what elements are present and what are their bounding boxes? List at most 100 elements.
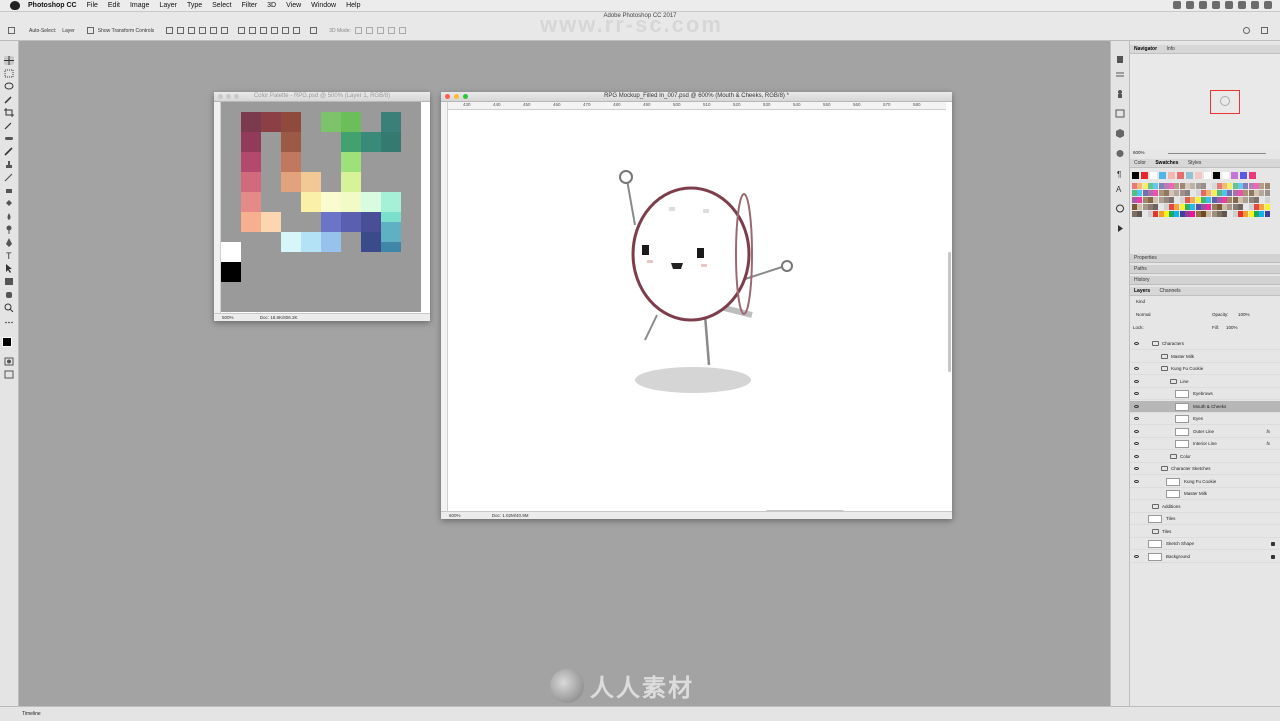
menu-view[interactable]: View bbox=[286, 2, 301, 9]
swatch[interactable] bbox=[1222, 190, 1228, 196]
swatch[interactable] bbox=[1211, 190, 1217, 196]
palette-swatch[interactable] bbox=[221, 242, 241, 262]
close-button[interactable] bbox=[445, 94, 450, 99]
swatch[interactable] bbox=[1185, 211, 1190, 217]
zoom-tool[interactable] bbox=[4, 303, 14, 312]
history-panel[interactable]: History bbox=[1130, 276, 1280, 285]
palette-swatch[interactable] bbox=[241, 192, 261, 212]
healing-tool[interactable] bbox=[4, 134, 14, 143]
swatch[interactable] bbox=[1200, 204, 1206, 210]
paths-panel[interactable]: Paths bbox=[1130, 265, 1280, 274]
marquee-tool[interactable] bbox=[4, 69, 14, 78]
swatch[interactable] bbox=[1158, 204, 1164, 210]
palette-swatch[interactable] bbox=[241, 132, 261, 152]
layer-row[interactable]: Eyes bbox=[1130, 413, 1280, 425]
swatch[interactable] bbox=[1216, 204, 1222, 210]
swatch[interactable] bbox=[1222, 197, 1228, 203]
blur-tool[interactable] bbox=[4, 212, 14, 221]
swatch[interactable] bbox=[1186, 172, 1193, 179]
libraries-icon[interactable] bbox=[1115, 204, 1125, 213]
swatch[interactable] bbox=[1132, 211, 1137, 217]
layer-row[interactable]: Master Milk bbox=[1130, 488, 1280, 500]
palette-swatch[interactable] bbox=[321, 212, 341, 232]
swatch[interactable] bbox=[1185, 190, 1190, 196]
swatch[interactable] bbox=[1253, 190, 1259, 196]
hand-tool[interactable] bbox=[4, 290, 14, 299]
swatch[interactable] bbox=[1132, 204, 1137, 210]
menu-image[interactable]: Image bbox=[130, 2, 149, 9]
timeline-label[interactable]: Timeline bbox=[22, 711, 41, 717]
layer-row[interactable]: Mouth & Cheeks bbox=[1130, 400, 1280, 413]
layer-row[interactable]: Background bbox=[1130, 551, 1280, 563]
3d-slide-icon[interactable] bbox=[387, 27, 395, 34]
swatch[interactable] bbox=[1264, 190, 1270, 196]
swatch[interactable] bbox=[1190, 204, 1196, 210]
swatch[interactable] bbox=[1206, 197, 1212, 203]
swatch[interactable] bbox=[1174, 204, 1180, 210]
auto-align-icon[interactable] bbox=[310, 27, 318, 34]
swatch[interactable] bbox=[1153, 190, 1159, 196]
swatch[interactable] bbox=[1195, 211, 1201, 217]
battery-icon[interactable] bbox=[1238, 1, 1246, 9]
swatch[interactable] bbox=[1163, 197, 1169, 203]
menu-file[interactable]: File bbox=[87, 2, 98, 9]
swatch[interactable] bbox=[1137, 197, 1143, 203]
visibility-eye-icon[interactable] bbox=[1134, 554, 1139, 558]
palette-swatch[interactable] bbox=[241, 212, 261, 232]
swatch[interactable] bbox=[1147, 211, 1153, 217]
swatch[interactable] bbox=[1153, 197, 1159, 203]
menu-layer[interactable]: Layer bbox=[159, 2, 177, 9]
main-zoom[interactable]: 600% bbox=[449, 513, 461, 518]
distribute-top-icon[interactable] bbox=[238, 27, 246, 34]
swatch[interactable] bbox=[1132, 190, 1137, 196]
swatch[interactable] bbox=[1232, 204, 1238, 210]
swatch[interactable] bbox=[1227, 204, 1233, 210]
menu-help[interactable]: Help bbox=[346, 2, 360, 9]
minimize-button[interactable] bbox=[454, 94, 459, 99]
swatch[interactable] bbox=[1163, 204, 1169, 210]
swatch[interactable] bbox=[1169, 197, 1175, 203]
swatch[interactable] bbox=[1174, 197, 1180, 203]
palette-swatch[interactable] bbox=[341, 172, 361, 192]
more-tools-icon[interactable] bbox=[4, 318, 14, 327]
spotlight-icon[interactable] bbox=[1251, 1, 1259, 9]
swatch[interactable] bbox=[1153, 204, 1159, 210]
3d-scale-icon[interactable] bbox=[398, 27, 406, 34]
swatch[interactable] bbox=[1243, 204, 1249, 210]
menu-type[interactable]: Type bbox=[187, 2, 202, 9]
show-transform-checkbox[interactable] bbox=[86, 27, 94, 34]
layer-row[interactable]: Kung Fu Cookie bbox=[1130, 476, 1280, 488]
swatch[interactable] bbox=[1222, 204, 1228, 210]
palette-swatch[interactable] bbox=[221, 262, 241, 282]
main-document-window[interactable]: RPG Mockup_Filled In_007.psd @ 600% (Mou… bbox=[441, 92, 952, 519]
palette-swatch[interactable] bbox=[341, 132, 361, 152]
quick-mask-icon[interactable] bbox=[4, 357, 14, 366]
swatch[interactable] bbox=[1259, 197, 1265, 203]
swatch[interactable] bbox=[1147, 190, 1153, 196]
workspace-icon[interactable] bbox=[1261, 27, 1268, 34]
swatch[interactable] bbox=[1137, 211, 1143, 217]
layer-row[interactable]: Tiles bbox=[1130, 513, 1280, 525]
swatch[interactable] bbox=[1195, 172, 1202, 179]
swatch[interactable] bbox=[1264, 211, 1270, 217]
tab-info[interactable]: Info bbox=[1166, 46, 1174, 52]
swatch[interactable] bbox=[1211, 211, 1217, 217]
palette-swatch[interactable] bbox=[321, 232, 341, 252]
layer-row[interactable]: Master Milk bbox=[1130, 351, 1280, 363]
menu-window[interactable]: Window bbox=[311, 2, 336, 9]
swatch[interactable] bbox=[1259, 204, 1265, 210]
palette-canvas[interactable] bbox=[221, 102, 421, 312]
align-right-icon[interactable] bbox=[221, 27, 229, 34]
menu-3d[interactable]: 3D bbox=[267, 2, 276, 9]
swatch[interactable] bbox=[1142, 190, 1148, 196]
swatch[interactable] bbox=[1195, 183, 1201, 189]
swatch[interactable] bbox=[1243, 211, 1249, 217]
shape-tool[interactable] bbox=[4, 277, 14, 286]
palette-swatch[interactable] bbox=[261, 112, 281, 132]
swatch[interactable] bbox=[1150, 172, 1157, 179]
palette-swatch[interactable] bbox=[321, 112, 341, 132]
swatch[interactable] bbox=[1158, 211, 1164, 217]
palette-swatch[interactable] bbox=[321, 192, 341, 212]
tab-styles[interactable]: Styles bbox=[1188, 160, 1202, 166]
swatch[interactable] bbox=[1238, 204, 1243, 210]
